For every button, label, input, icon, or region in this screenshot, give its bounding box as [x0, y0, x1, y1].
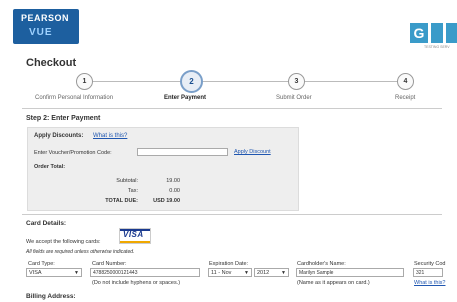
- partner-logo-block: [446, 23, 457, 43]
- pearson-logo-text: PEARSON: [21, 13, 70, 23]
- security-code-input[interactable]: 321: [413, 268, 443, 277]
- apply-discount-link[interactable]: Apply Discount: [234, 149, 271, 155]
- expiration-month-value: 11 - Nov: [211, 270, 232, 276]
- what-is-this-link[interactable]: What is this?: [93, 133, 127, 139]
- vue-logo-text: VUE: [29, 27, 53, 38]
- step-1-label: Confirm Personal Information: [35, 95, 114, 101]
- step-3-label: Submit Order: [276, 95, 312, 101]
- pearson-vue-logo: PEARSON VUE: [13, 9, 79, 44]
- visa-logo-text: VISA: [123, 230, 144, 239]
- subtotal-value: 19.00: [166, 178, 180, 184]
- total-due-value: USD 19.00: [153, 198, 180, 204]
- required-note: All fields are required unless otherwise…: [26, 249, 135, 255]
- tax-value: 0.00: [169, 188, 180, 194]
- apply-discounts-heading: Apply Discounts:: [34, 133, 84, 139]
- voucher-code-input[interactable]: [137, 148, 228, 156]
- card-type-value: VISA: [29, 270, 42, 276]
- divider: [22, 214, 442, 215]
- steps-progress-line: [78, 81, 408, 82]
- step-4-circle: 4: [397, 73, 414, 90]
- visa-icon: VISA: [119, 228, 151, 244]
- expiration-label: Expiration Date:: [209, 261, 249, 267]
- cardholder-hint: (Name as it appears on card.): [297, 280, 370, 286]
- step-2-circle: 2: [180, 70, 203, 93]
- step-heading: Step 2: Enter Payment: [26, 115, 101, 122]
- partner-logo-subtext: TESTING SERV: [424, 45, 450, 49]
- partner-logo-block: [431, 23, 443, 43]
- security-code-label: Security Cod: [414, 261, 446, 267]
- chevron-down-icon: ▼: [281, 270, 286, 276]
- expiration-month-select[interactable]: 11 - Nov ▼: [208, 268, 252, 277]
- chevron-down-icon: ▼: [244, 270, 249, 276]
- voucher-label: Enter Voucher/Promotion Code:: [34, 150, 112, 156]
- card-details-heading: Card Details:: [26, 220, 67, 227]
- partner-logo-letter: G: [410, 23, 428, 43]
- billing-address-heading: Billing Address:: [26, 293, 76, 300]
- chevron-down-icon: ▼: [74, 270, 79, 276]
- step-1-circle: 1: [76, 73, 93, 90]
- card-type-label: Card Type:: [28, 261, 55, 267]
- subtotal-label: Subtotal:: [116, 178, 138, 184]
- step-4-label: Receipt: [395, 95, 416, 101]
- partner-logo: G TESTING SERV: [410, 23, 457, 50]
- order-total-label: Order Total:: [34, 164, 66, 170]
- page-title: Checkout: [26, 57, 77, 69]
- card-type-select[interactable]: VISA ▼: [26, 268, 82, 277]
- step-2-label: Enter Payment: [164, 95, 207, 101]
- step-3-circle: 3: [288, 73, 305, 90]
- divider: [22, 108, 442, 109]
- card-number-label: Card Number:: [92, 261, 127, 267]
- tax-label: Tax:: [127, 188, 138, 194]
- card-number-hint: (Do not include hyphens or spaces.): [92, 280, 181, 286]
- expiration-year-value: 2012: [257, 270, 270, 276]
- cardholder-name-input[interactable]: Marilyn Sample: [296, 268, 404, 277]
- visa-logo-stripe-bottom: [120, 241, 150, 243]
- accepted-cards-text: We accept the following cards:: [26, 239, 101, 245]
- card-number-input[interactable]: 4788250000121443: [90, 268, 200, 277]
- cardholder-label: Cardholder's Name:: [297, 261, 346, 267]
- security-code-help-link[interactable]: What is this?: [414, 280, 445, 286]
- expiration-year-select[interactable]: 2012 ▼: [254, 268, 289, 277]
